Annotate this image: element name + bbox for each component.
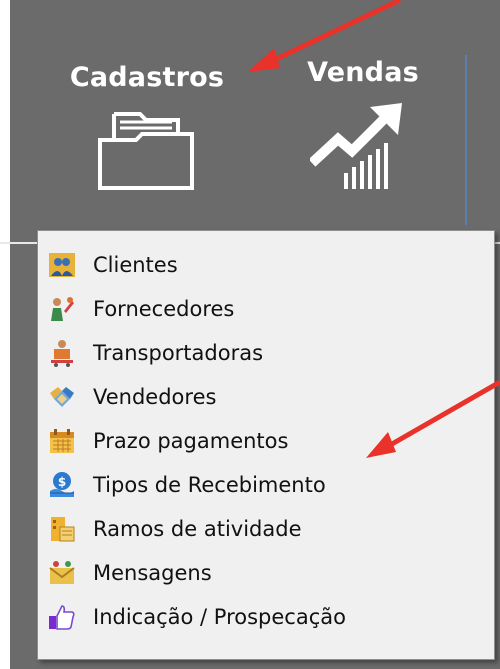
calendar-icon: [47, 426, 77, 456]
menu-item-label: Transportadoras: [93, 341, 264, 365]
cadastros-label: Cadastros: [69, 62, 225, 93]
cadastros-button[interactable]: Cadastros: [52, 62, 242, 190]
menu-item-label: Clientes: [93, 253, 178, 277]
menu-item-prazo-pagamentos[interactable]: Prazo pagamentos: [38, 419, 494, 463]
sellers-icon: [47, 382, 77, 412]
screenshot-stage: Cadastros Vendas Clientes Fornecedores T…: [0, 0, 500, 669]
menu-item-label: Fornecedores: [93, 297, 235, 321]
suppliers-icon: [47, 294, 77, 324]
thumbs-up-icon: [47, 602, 77, 632]
menu-item-vendedores[interactable]: Vendedores: [38, 375, 494, 419]
menu-item-label: Mensagens: [93, 561, 212, 585]
menu-item-transportadoras[interactable]: Transportadoras: [38, 331, 494, 375]
messages-icon: [47, 558, 77, 588]
sales-chart-icon: [308, 97, 410, 201]
menu-item-label: Tipos de Recebimento: [93, 473, 326, 497]
folder-icon: [96, 110, 196, 196]
payment-types-icon: $: [47, 470, 77, 500]
activity-branches-icon: [47, 514, 77, 544]
cadastros-dropdown-menu: Clientes Fornecedores Transportadoras Ve…: [37, 230, 495, 660]
menu-item-label: Indicação / Prospecação: [93, 605, 346, 629]
vendas-button[interactable]: Vendas: [288, 57, 438, 189]
menu-item-clientes[interactable]: Clientes: [38, 243, 494, 287]
clients-icon: [47, 250, 77, 280]
menu-item-label: Prazo pagamentos: [93, 429, 289, 453]
menu-item-fornecedores[interactable]: Fornecedores: [38, 287, 494, 331]
menu-item-indicacao-prospecacao[interactable]: Indicação / Prospecação: [38, 595, 494, 639]
menu-item-label: Ramos de atividade: [93, 517, 302, 541]
menu-item-tipos-de-recebimento[interactable]: $ Tipos de Recebimento: [38, 463, 494, 507]
vendas-label: Vendas: [307, 57, 419, 88]
carriers-icon: [47, 338, 77, 368]
menu-item-label: Vendedores: [93, 385, 217, 409]
menu-item-mensagens[interactable]: Mensagens: [38, 551, 494, 595]
ribbon-separator: [465, 55, 467, 225]
svg-text:$: $: [58, 475, 66, 489]
menu-item-ramos-de-atividade[interactable]: Ramos de atividade: [38, 507, 494, 551]
